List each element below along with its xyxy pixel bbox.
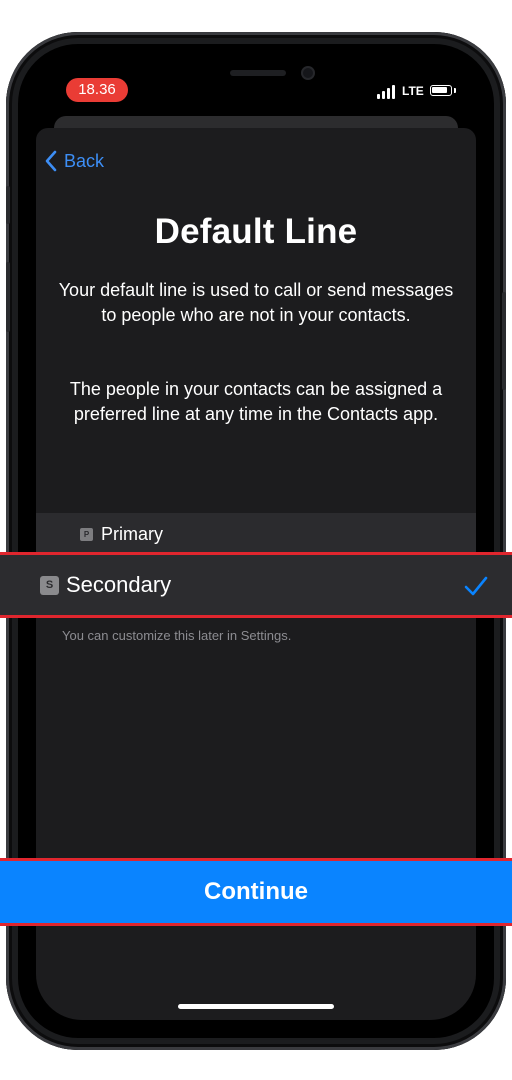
- battery-tip: [454, 88, 456, 93]
- line-option-secondary[interactable]: S Secondary: [0, 552, 512, 618]
- line-label-secondary: Secondary: [66, 572, 172, 597]
- checkmark-icon: [464, 576, 488, 596]
- page-title: Default Line: [154, 212, 358, 251]
- front-camera: [301, 66, 315, 80]
- status-time: 18.36: [66, 78, 128, 102]
- settings-hint: You can customize this later in Settings…: [62, 628, 292, 643]
- line-label-primary: Primary: [101, 523, 163, 544]
- volume-up-button: [6, 262, 10, 332]
- description-preferred-line: The people in your contacts can be assig…: [69, 379, 443, 424]
- power-button: [502, 292, 506, 390]
- description-default-line: Your default line is used to call or sen…: [58, 280, 454, 325]
- signal-icon: [377, 85, 399, 99]
- continue-button[interactable]: Continue: [0, 858, 512, 926]
- back-button[interactable]: Back: [44, 144, 104, 178]
- mute-switch: [6, 186, 10, 224]
- battery-icon: [430, 85, 452, 96]
- network-type: LTE: [402, 84, 424, 98]
- sim-badge-primary: P: [80, 527, 93, 541]
- line-option-primary[interactable]: P Primary: [36, 513, 476, 555]
- home-indicator[interactable]: [178, 1004, 334, 1009]
- earpiece-speaker: [230, 70, 286, 76]
- sim-badge-secondary: S: [40, 575, 59, 595]
- notch: [146, 60, 366, 98]
- back-label: Back: [64, 150, 105, 171]
- chevron-left-icon: [45, 150, 57, 172]
